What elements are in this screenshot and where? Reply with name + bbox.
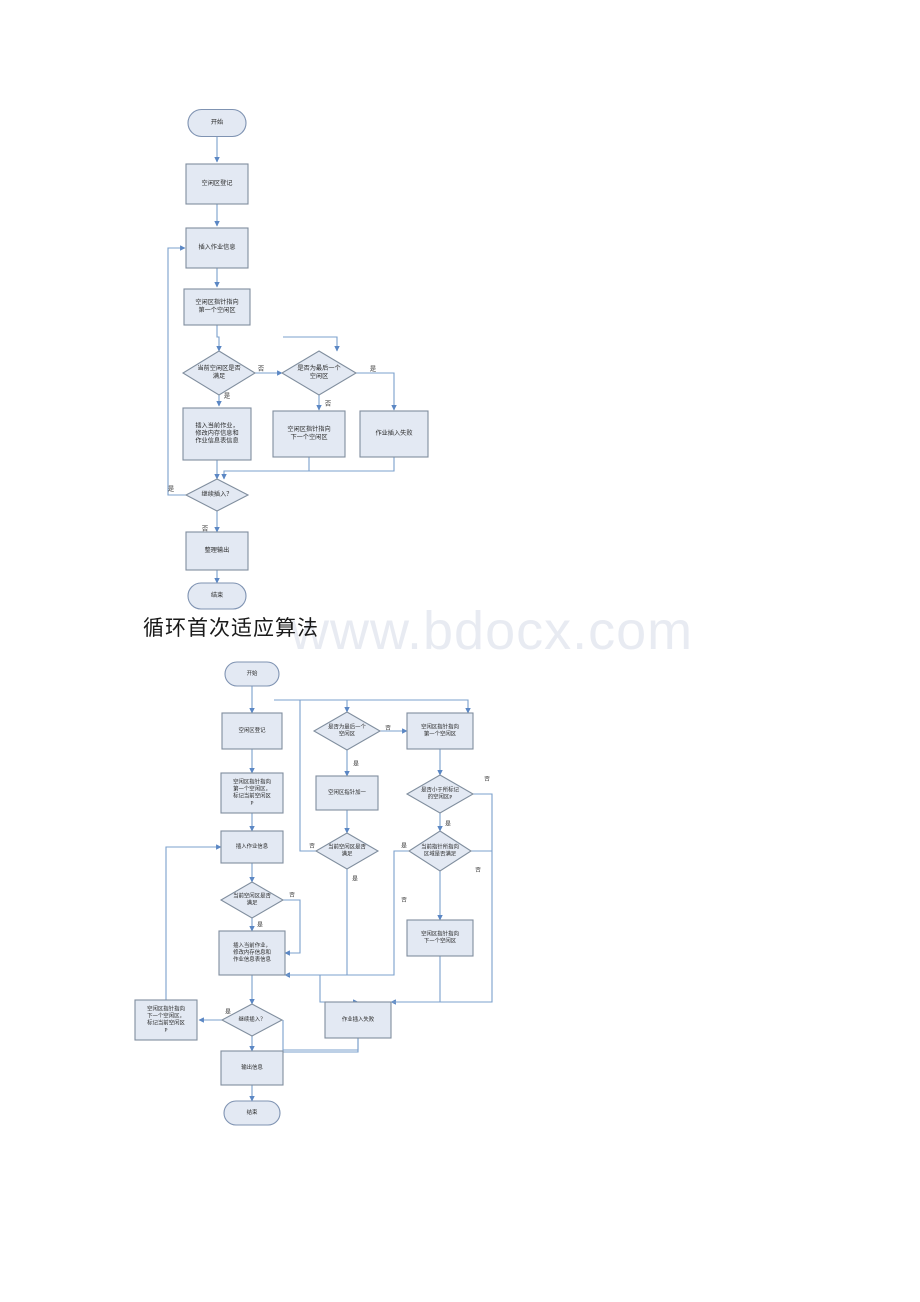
flow-node-label: 开始 xyxy=(247,669,258,677)
flow-connector xyxy=(284,869,348,978)
edge-label: 否 xyxy=(385,724,391,731)
flow-node-terminator: 开始 xyxy=(224,661,280,687)
flow-node-label: 输出信息 xyxy=(241,1063,263,1071)
flow-node-label: 空闲区指针指向下一个空闲区 xyxy=(421,930,459,945)
flowchart-nodes: 开始空闲区登记空闲区指针指向第一个空闲区，标记当前空闲区 P插入作业信息当前空闲区… xyxy=(134,661,475,1126)
flow-node-process: 空闲区指针指向下一个空闲区 xyxy=(406,919,474,957)
edge-label: 否 xyxy=(475,866,481,873)
flow-node-label: 插入当前作业，修改内存信息和作业信息表信息 xyxy=(233,941,271,963)
edge-label: 是 xyxy=(225,1008,231,1015)
flow-node-decision: 当前空闲区是否满足 xyxy=(314,832,380,870)
flow-connector xyxy=(285,974,359,1005)
flow-node-process: 输出信息 xyxy=(220,1050,284,1086)
flow-node-process: 插入当前作业，修改内存信息和作业信息表信息 xyxy=(218,930,286,976)
flow-node-label: 当前指针所指向区域是否满足 xyxy=(421,843,459,858)
flow-node-label: 插入作业信息 xyxy=(236,842,269,850)
section-title: 循环首次适应算法 xyxy=(143,616,319,640)
flow-node-decision: 是否小于所标记的空闲区P xyxy=(405,774,475,814)
flow-node-decision: 当前空闲区是否满足 xyxy=(219,881,285,919)
flow-connector xyxy=(165,844,222,1000)
flow-node-process: 作业插入失败 xyxy=(324,1001,392,1039)
edge-label: 是 xyxy=(353,760,359,767)
edge-label: 否 xyxy=(289,891,295,898)
flow-node-label: 空闲区指针指向第一个空闲区 xyxy=(421,723,459,738)
flow-node-label: 结束 xyxy=(247,1108,258,1116)
flow-connector xyxy=(390,956,441,1005)
edge-label: 是 xyxy=(257,921,263,928)
flow-node-decision: 继续插入？ xyxy=(220,1003,284,1037)
flow-node-decision: 当前指针所指向区域是否满足 xyxy=(407,830,473,872)
flow-node-process: 空闲区登记 xyxy=(221,712,283,750)
flow-node-process: 空闲区指针加一 xyxy=(315,775,379,811)
flowchart-cyclic-first-fit: 开始空闲区登记空闲区指针指向第一个空闲区，标记当前空闲区 P插入作业信息当前空闲区… xyxy=(134,661,493,1126)
edge-label: 否 xyxy=(309,842,315,849)
edge-label: 是 xyxy=(352,875,358,882)
flow-node-label: 继续插入？ xyxy=(239,1015,266,1023)
flow-node-label: 空闲区登记 xyxy=(239,726,267,734)
flow-node-label: 作业插入失败 xyxy=(342,1015,375,1023)
flow-node-terminator: 结束 xyxy=(223,1100,281,1126)
flow-connector xyxy=(274,699,471,714)
flow-node-decision: 是否为最后一个空闲区 xyxy=(312,711,382,751)
flow-node-process: 空闲区指针指向下一个空闲区，标记当前空闲区 P xyxy=(134,999,198,1041)
flow-node-label: 空闲区指针加一 xyxy=(328,788,366,796)
edge-label: 否 xyxy=(401,896,407,903)
flow-node-process: 空闲区指针指向第一个空闲区 xyxy=(406,712,474,750)
flow-node-process: 插入作业信息 xyxy=(220,830,284,864)
flow-connector xyxy=(299,700,316,852)
document-page: www.bdocx.com 循环首次适应算法 开始 空闲区登记 插入作业信息 空闲区指… xyxy=(0,0,920,1302)
edge-label: 是 xyxy=(401,842,407,849)
flow-node-process: 空闲区指针指向第一个空闲区，标记当前空闲区 P xyxy=(220,772,284,814)
edge-label: 是 xyxy=(445,820,451,827)
edge-label: 否 xyxy=(484,775,490,782)
